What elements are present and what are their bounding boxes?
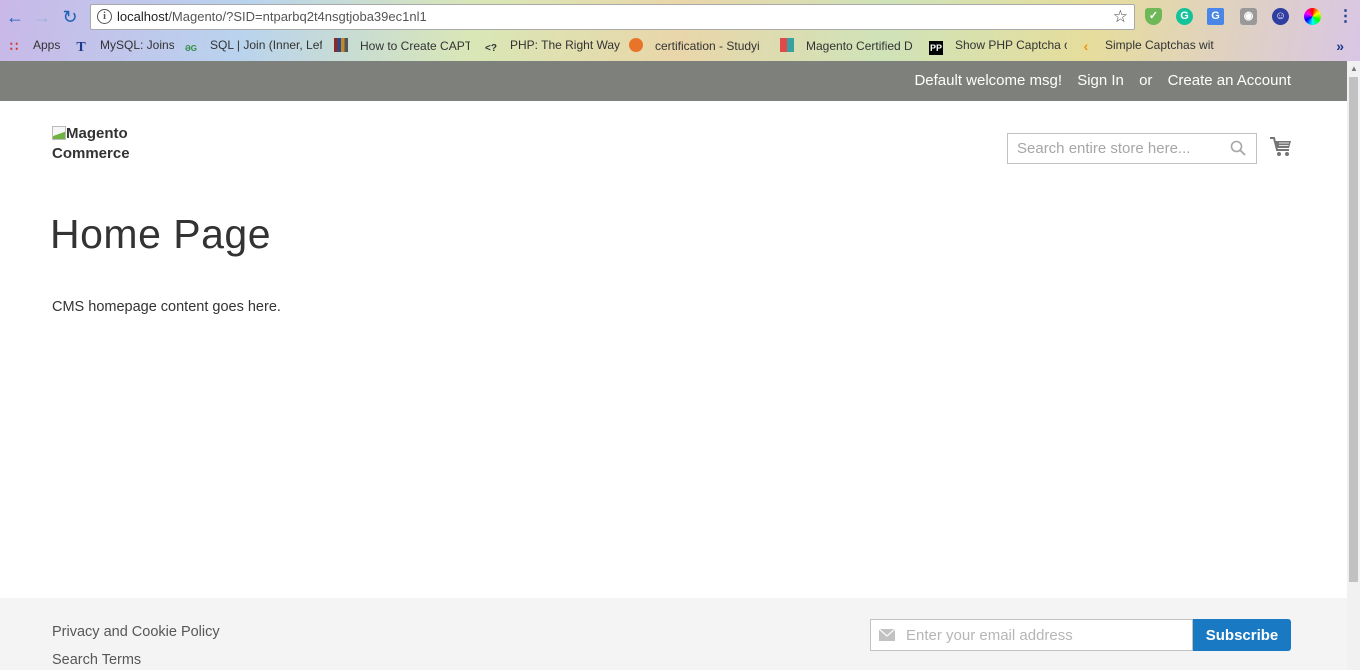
bookmark-show-php-captcha[interactable]: PP Show PHP Captcha c	[929, 38, 1067, 55]
grammarly-extension-icon[interactable]: G	[1176, 8, 1193, 25]
bookmark-sql-join[interactable]: ƏG SQL | Join (Inner, Lef	[184, 38, 322, 56]
bookmark-apps[interactable]: ∷ Apps	[7, 38, 61, 54]
bookmark-label: How to Create CAPT	[360, 39, 470, 53]
smile-extension-icon[interactable]: ☺	[1272, 8, 1289, 25]
bookmark-label: Show PHP Captcha c	[955, 38, 1067, 52]
privacy-policy-link[interactable]: Privacy and Cookie Policy	[52, 618, 220, 646]
back-button[interactable]: ←	[4, 6, 26, 28]
search-terms-link[interactable]: Search Terms	[52, 646, 220, 670]
pp-icon: PP	[929, 41, 943, 55]
more-bookmarks-icon[interactable]: »	[1336, 38, 1344, 54]
create-account-link[interactable]: Create an Account	[1168, 72, 1291, 89]
url-path: /Magento/?SID=ntparbq2t4nsgtjoba39ec1nl1	[168, 9, 427, 24]
scroll-thumb[interactable]	[1349, 77, 1358, 582]
search-box	[1007, 133, 1257, 164]
books-icon	[334, 38, 348, 52]
bookmark-star-icon[interactable]: ☆	[1113, 7, 1128, 27]
page-title: Home Page	[50, 211, 272, 257]
bookmarks-bar: ∷ Apps T MySQL: Joins ƏG SQL | Join (Inner,…	[0, 36, 1360, 56]
newsletter-email-input[interactable]	[906, 620, 1186, 650]
bookmark-create-captcha[interactable]: How to Create CAPT	[334, 38, 470, 53]
shield-extension-icon[interactable]: ✓	[1145, 8, 1162, 25]
bookmark-label: SQL | Join (Inner, Lef	[210, 38, 322, 52]
browser-chrome: ← → ↻ i localhost/Magento/?SID=ntparbq2t…	[0, 0, 1360, 61]
sign-in-link[interactable]: Sign In	[1077, 72, 1124, 89]
reload-button[interactable]: ↻	[59, 6, 81, 28]
url-text[interactable]: localhost/Magento/?SID=ntparbq2t4nsgtjob…	[117, 9, 427, 24]
newsletter-form: Subscribe	[870, 619, 1291, 651]
bookmark-certification[interactable]: certification - Studyi	[629, 38, 767, 53]
page-viewport: Default welcome msg! Sign In or Create a…	[0, 61, 1347, 670]
t-icon: T	[76, 40, 86, 55]
bookmark-label: PHP: The Right Way	[510, 38, 620, 52]
apps-grid-icon: ∷	[9, 39, 19, 54]
bookmark-simple-captchas[interactable]: ‹ Simple Captchas wit	[1079, 38, 1215, 53]
page-scrollbar[interactable]: ▲	[1347, 61, 1360, 670]
welcome-message: Default welcome msg!	[914, 72, 1063, 89]
cart-icon[interactable]	[1269, 135, 1293, 159]
site-info-icon[interactable]: i	[97, 9, 112, 24]
forward-button[interactable]: →	[31, 6, 53, 28]
scroll-up-arrow-icon[interactable]: ▲	[1350, 64, 1358, 73]
newsletter-field	[870, 619, 1193, 651]
store-logo[interactable]: Magento Commerce	[52, 124, 162, 164]
search-icon[interactable]	[1230, 140, 1246, 156]
bookmark-label: MySQL: Joins	[100, 38, 174, 52]
php-icon: <?	[485, 43, 497, 54]
search-input[interactable]	[1008, 134, 1218, 163]
magento-cert-icon	[780, 38, 794, 52]
bookmark-label: Simple Captchas wit	[1105, 38, 1214, 52]
bookmark-label: certification - Studyi	[655, 39, 760, 53]
camera-extension-icon[interactable]: ◉	[1240, 8, 1257, 25]
footer-links: Privacy and Cookie Policy Search Terms	[52, 618, 220, 670]
bookmark-label: Apps	[33, 38, 61, 52]
envelope-icon	[879, 629, 895, 641]
bookmark-label: Magento Certified D	[806, 39, 913, 53]
code-icon: ‹	[1083, 38, 1089, 53]
url-host: localhost	[117, 9, 169, 24]
header-links: Default welcome msg! Sign In or Create a…	[903, 72, 1291, 89]
browser-menu-icon[interactable]: ⋮	[1337, 8, 1354, 25]
broken-image-icon	[52, 126, 66, 140]
or-text: or	[1139, 72, 1153, 89]
subscribe-button[interactable]: Subscribe	[1193, 619, 1291, 651]
bookmark-php-right-way[interactable]: <? PHP: The Right Way	[484, 38, 620, 56]
studyin-icon	[629, 38, 643, 52]
translate-extension-icon[interactable]: G	[1207, 8, 1224, 25]
top-panel-header: Default welcome msg! Sign In or Create a…	[0, 61, 1347, 101]
bookmark-magento-certified[interactable]: Magento Certified D	[780, 38, 916, 53]
address-bar[interactable]: i localhost/Magento/?SID=ntparbq2t4nsgtj…	[90, 4, 1135, 30]
bookmark-mysql-joins[interactable]: T MySQL: Joins	[74, 38, 174, 55]
gfg-icon: ƏG	[184, 44, 198, 53]
color-picker-extension-icon[interactable]	[1304, 8, 1321, 25]
cms-content: CMS homepage content goes here.	[52, 299, 281, 315]
page-footer: Privacy and Cookie Policy Search Terms S…	[0, 598, 1347, 670]
